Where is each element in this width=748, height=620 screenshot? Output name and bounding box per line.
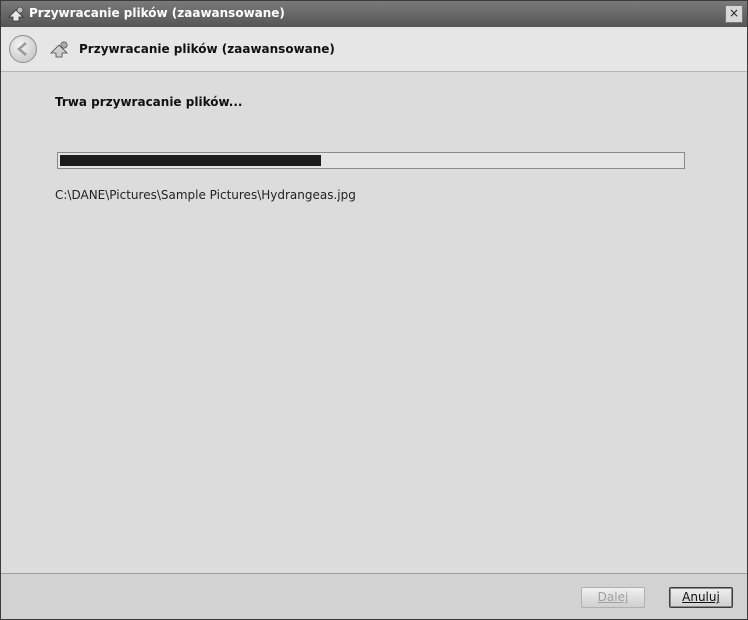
back-arrow-icon	[17, 42, 27, 56]
cancel-button-label: Anuluj	[682, 590, 720, 604]
restore-files-icon	[50, 41, 68, 58]
wizard-footer: Dalej Anuluj	[1, 573, 747, 619]
title-bar[interactable]: Przywracanie plików (zaawansowane) ×	[1, 1, 747, 27]
restore-progress-bar	[57, 152, 685, 169]
restore-files-icon	[8, 6, 24, 22]
progress-fill	[60, 155, 321, 166]
wizard-header: Przywracanie plików (zaawansowane)	[1, 27, 747, 72]
close-button[interactable]: ×	[725, 5, 743, 23]
wizard-content: Trwa przywracanie plików... C:\DANE\Pict…	[1, 72, 747, 573]
next-button[interactable]: Dalej	[581, 587, 645, 608]
status-heading: Trwa przywracanie plików...	[55, 95, 243, 109]
wizard-title: Przywracanie plików (zaawansowane)	[79, 42, 335, 56]
restore-files-window: Przywracanie plików (zaawansowane) × Prz…	[0, 0, 748, 620]
back-button[interactable]	[9, 35, 37, 63]
cancel-button[interactable]: Anuluj	[669, 587, 733, 608]
current-file-path: C:\DANE\Pictures\Sample Pictures\Hydrang…	[55, 188, 356, 202]
window-title: Przywracanie plików (zaawansowane)	[29, 6, 285, 20]
